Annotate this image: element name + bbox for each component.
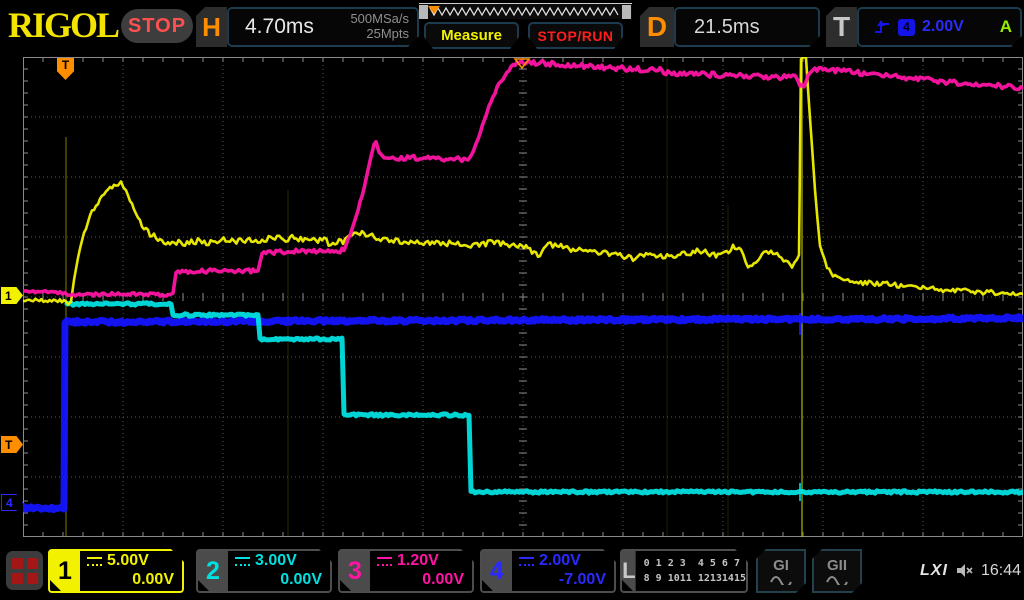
trigger-sweep-mode: A (1000, 17, 1012, 37)
sine-wave-icon (825, 573, 849, 585)
rigol-logo: RIGOL (8, 4, 118, 46)
sine-wave-icon (769, 573, 793, 585)
memory-position-bar[interactable] (419, 3, 632, 19)
channel-1-scale: 5.00V (107, 552, 149, 571)
logic-analyzer-box[interactable]: L 0 1 2 3 4 5 6 7 8 9 1011 12131415 (620, 549, 748, 593)
memory-waveform-icon (419, 4, 632, 20)
trigger-source-badge: 4 (898, 19, 915, 36)
delay-label: D (640, 7, 674, 47)
channel-4-box[interactable]: 4 2.00V -7.00V (480, 549, 616, 593)
channel-4-number: 4 (482, 551, 512, 591)
dc-coupling-icon (519, 557, 534, 566)
rising-edge-icon (873, 19, 891, 35)
channel-1-box[interactable]: 1 5.00V 0.00V (48, 549, 184, 593)
horizontal-label: H (196, 7, 227, 47)
channel-3-box[interactable]: 3 1.20V 0.00V (338, 549, 474, 593)
trigger-panel[interactable]: 4 2.00V A (857, 7, 1022, 47)
menu-square (12, 558, 23, 569)
graticule-and-traces (23, 57, 1023, 537)
channel-2-offset: 0.00V (235, 571, 322, 590)
timebase-value: 4.70ms (245, 15, 314, 39)
channel-2-number: 2 (198, 551, 228, 591)
channel-4-offset: -7.00V (519, 571, 606, 590)
menu-square (12, 573, 23, 584)
generator-1-label: GI (773, 558, 789, 573)
left-marker-4[interactable]: 4 (1, 494, 23, 511)
speaker-muted-icon (956, 563, 974, 578)
delay-settings[interactable]: D 21.5ms (640, 7, 820, 47)
channel-1-number: 1 (50, 551, 80, 591)
clock: 16:44 (981, 562, 1021, 580)
horizontal-panel[interactable]: 4.70ms 500MSa/s 25Mpts (227, 7, 419, 47)
generator-2-label: GII (827, 558, 847, 573)
channel-3-scale: 1.20V (397, 552, 439, 571)
channel-2-scale: 3.00V (255, 552, 297, 571)
dc-coupling-icon (87, 557, 102, 566)
channel-3-offset: 0.00V (377, 571, 464, 590)
channel-2-box[interactable]: 2 3.00V 0.00V (196, 549, 332, 593)
la-channels-row1: 0 1 2 3 4 5 6 7 (644, 556, 746, 572)
oscilloscope-screen: RIGOL STOP H 4.70ms 500MSa/s 25Mpts Meas… (0, 0, 1024, 600)
dc-coupling-icon (377, 557, 392, 566)
run-state-badge: STOP (121, 9, 193, 43)
lxi-indicator: LXI (920, 562, 948, 580)
la-channels-row2: 8 9 1011 12131415 (644, 571, 746, 587)
dc-coupling-icon (235, 557, 250, 566)
waveform-display: 1T4T (0, 55, 1024, 543)
generator-1-button[interactable]: GI (756, 549, 806, 593)
menu-grid-icon[interactable] (6, 551, 43, 590)
delay-value: 21.5ms (694, 16, 760, 39)
stop-run-button[interactable]: STOP/RUN (528, 22, 623, 49)
memory-depth: 25Mpts (366, 26, 409, 41)
generator-2-button[interactable]: GII (812, 549, 862, 593)
acquisition-info: 500MSa/s 25Mpts (350, 12, 409, 42)
trigger-label: T (826, 7, 857, 47)
trigger-level-value: 2.00V (922, 18, 964, 36)
sample-rate: 500MSa/s (350, 11, 409, 26)
horizontal-settings[interactable]: H 4.70ms 500MSa/s 25Mpts (196, 7, 419, 47)
delay-panel[interactable]: 21.5ms (674, 7, 820, 47)
measure-button[interactable]: Measure (424, 22, 519, 49)
channel-1-offset: 0.00V (87, 571, 174, 590)
left-marker-T[interactable]: T (1, 436, 23, 453)
left-marker-1[interactable]: 1 (1, 287, 23, 304)
logic-analyzer-label: L (622, 551, 636, 591)
menu-square (27, 573, 38, 584)
trigger-settings[interactable]: T 4 2.00V A (826, 7, 1022, 47)
channel-3-number: 3 (340, 551, 370, 591)
menu-square (27, 558, 38, 569)
channel-4-scale: 2.00V (539, 552, 581, 571)
